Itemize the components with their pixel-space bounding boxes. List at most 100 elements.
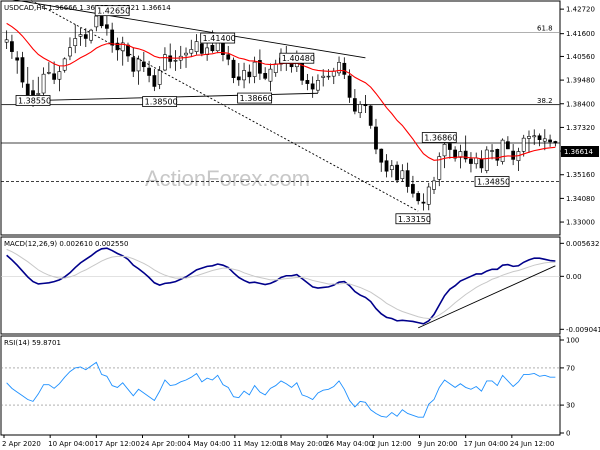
xaxis-tick-label: 10 Apr 04:00 <box>48 440 94 448</box>
candle-body <box>326 75 331 78</box>
candle-body <box>553 141 558 144</box>
price-label-text: 1.40480 <box>282 54 315 63</box>
candle-body <box>321 75 326 78</box>
candle-body <box>94 15 99 28</box>
candle-body <box>242 70 246 81</box>
candle-body <box>10 41 14 52</box>
candle-body <box>342 62 347 75</box>
candle-body <box>184 52 188 56</box>
candle-body <box>236 76 241 81</box>
candle-body <box>521 137 526 152</box>
candle-body <box>15 57 20 61</box>
candle-body <box>105 24 109 29</box>
candle-body <box>36 93 41 95</box>
macd-panel <box>0 236 561 335</box>
price-tick-label: 1.35160 <box>566 171 595 179</box>
candle-body <box>527 136 531 139</box>
xaxis-tick-label: 24 Jun 12:00 <box>510 440 554 448</box>
candle-body <box>210 44 215 52</box>
candle-body <box>110 29 115 46</box>
candle-body <box>347 75 352 98</box>
candle-body <box>136 58 141 72</box>
candle-body <box>199 43 204 54</box>
candle-body <box>352 98 357 112</box>
candle-body <box>358 104 363 114</box>
candle-body <box>46 72 51 74</box>
candle-body <box>490 150 494 152</box>
candle-body <box>20 57 25 83</box>
candle-body <box>52 73 57 80</box>
xaxis-tick-label: 2 Jun 12:00 <box>371 440 411 448</box>
price-tick-label: 1.39480 <box>566 77 595 85</box>
candle-body <box>426 186 431 205</box>
candle-body <box>83 34 88 39</box>
candle-body <box>411 184 415 194</box>
price-tick-label: 1.33000 <box>566 219 595 227</box>
candle-body <box>131 57 136 72</box>
candle-body <box>194 41 199 52</box>
candle-body <box>363 104 368 107</box>
candle-body <box>337 62 341 74</box>
candle-body <box>305 80 310 84</box>
xaxis-tick-label: 9 Jun 20:00 <box>418 440 458 448</box>
candle-body <box>405 170 410 187</box>
macd-tick-label: -0.009041 <box>566 326 600 334</box>
price-label-text: 1.38500 <box>145 98 178 107</box>
macd-header: MACD(12,26,9) 0.002610 0.002550 <box>4 240 128 248</box>
candle-body <box>141 61 146 68</box>
candle-body <box>268 68 273 82</box>
candle-body <box>416 193 421 202</box>
price-label-text: 1.33150 <box>398 215 431 224</box>
candle-body <box>62 58 67 71</box>
price-label-text: 1.41400 <box>203 34 236 43</box>
candle-body <box>368 105 373 126</box>
rsi-header: RSI(14) 59.8701 <box>4 339 61 347</box>
price-label-text: 1.38660 <box>240 94 273 103</box>
candle-body <box>73 38 78 47</box>
candle-body <box>247 71 252 78</box>
candle-body <box>126 44 130 57</box>
candle-body <box>537 135 542 140</box>
candle-body <box>263 73 268 79</box>
candle-body <box>484 149 489 171</box>
candle-body <box>147 67 151 76</box>
rsi-tick-label: 70 <box>566 364 575 372</box>
price-label-text: 1.34850 <box>477 178 510 187</box>
price-tick-label: 1.37320 <box>566 124 595 132</box>
candle-body <box>548 139 552 143</box>
candle-body <box>252 61 257 77</box>
rsi-tick-label: 0 <box>566 430 570 438</box>
candle-body <box>474 157 479 165</box>
candle-body <box>421 201 426 204</box>
xaxis-tick-label: 2 Apr 2020 <box>2 440 41 448</box>
candle-body <box>168 55 173 62</box>
candle-body <box>442 143 447 157</box>
candle-body <box>447 143 452 150</box>
current-price-label: 1.36614 <box>564 148 593 156</box>
watermark: ActionForex.com <box>145 166 310 191</box>
price-tick-label: 1.42720 <box>566 6 595 14</box>
candle-body <box>231 59 236 78</box>
xaxis-tick-label: 17 Jun 04:00 <box>464 440 508 448</box>
candle-body <box>479 158 484 169</box>
candle-body <box>4 39 9 43</box>
candle-body <box>78 34 83 37</box>
candle-body <box>400 170 405 179</box>
fib-level-label: 61.8 <box>537 25 553 33</box>
price-tick-label: 1.34080 <box>566 195 595 203</box>
candle-body <box>374 126 378 150</box>
rsi-tick-label: 30 <box>566 402 575 410</box>
candle-body <box>68 47 72 57</box>
chart-svg: USDCAD,H4 1.36666 1.36667 1.36521 1.3661… <box>0 0 600 448</box>
candle-body <box>273 63 278 73</box>
price-label-text: 1.42650 <box>97 7 130 16</box>
candle-body <box>395 164 399 181</box>
candle-body <box>389 165 394 170</box>
candle-body <box>157 70 162 85</box>
xaxis-tick-label: 18 May 20:00 <box>279 440 327 448</box>
candle-body <box>189 49 194 54</box>
price-tick-label: 1.40560 <box>566 53 595 61</box>
candle-body <box>226 54 231 60</box>
candle-body <box>41 73 46 94</box>
xaxis-tick-label: 24 Apr 20:00 <box>141 440 187 448</box>
